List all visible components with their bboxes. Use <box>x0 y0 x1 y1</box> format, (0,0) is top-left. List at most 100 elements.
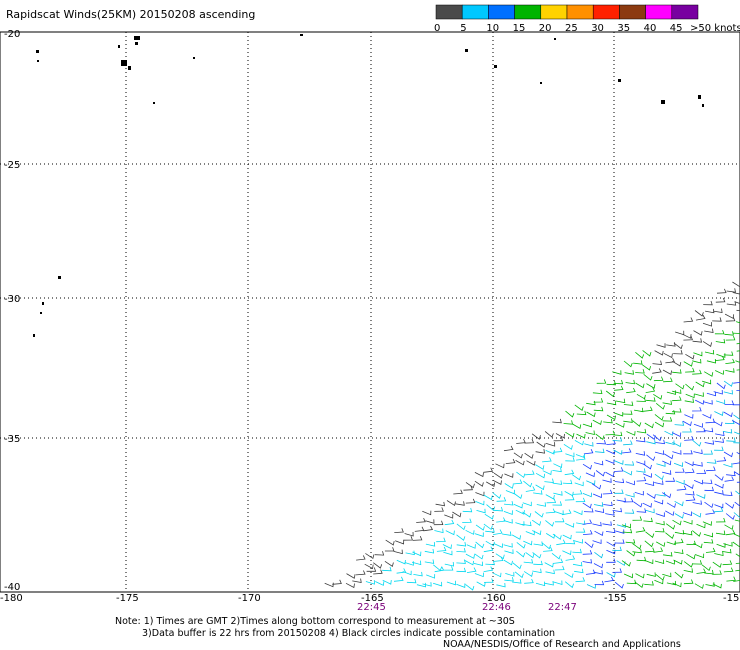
wind-barb <box>551 552 561 560</box>
wind-barb <box>722 548 732 554</box>
wind-barb <box>666 342 676 347</box>
islands <box>33 34 704 337</box>
wind-barb <box>456 523 466 531</box>
wind-barb <box>513 452 523 459</box>
wind-barb <box>724 331 734 336</box>
wind-barb <box>483 494 493 501</box>
wind-barb <box>603 501 613 507</box>
wind-barb <box>574 440 584 446</box>
wind-barb <box>395 539 405 545</box>
wind-barb <box>723 451 733 458</box>
wind-barb <box>534 511 544 518</box>
wind-barb <box>615 539 625 544</box>
wind-barb <box>704 371 714 377</box>
wind-barb <box>585 569 596 575</box>
wind-barb <box>644 481 655 487</box>
wind-barb <box>684 461 694 467</box>
wind-barb <box>605 390 615 398</box>
wind-barb <box>662 369 672 376</box>
wind-barb <box>556 539 566 546</box>
wind-barb <box>511 534 521 540</box>
wind-barb <box>736 342 740 345</box>
wind-barb <box>576 410 587 416</box>
wind-barb <box>685 367 695 373</box>
wind-barb <box>723 567 734 573</box>
wind-barb <box>576 433 586 439</box>
wind-barb <box>704 328 714 333</box>
wind-barb <box>404 531 414 537</box>
wind-barb <box>613 467 624 472</box>
wind-barb <box>525 552 535 559</box>
wind-barb <box>562 534 572 540</box>
wind-barb <box>663 377 673 383</box>
wind-barb <box>735 569 740 572</box>
wind-barb <box>705 418 716 424</box>
wind-barb <box>565 452 575 458</box>
wind-barb <box>645 547 655 553</box>
wind-barb <box>456 583 466 588</box>
wind-barb <box>634 581 644 588</box>
wind-barb <box>332 579 342 585</box>
wind-barb <box>582 519 593 525</box>
wind-barb <box>642 463 652 470</box>
wind-barb <box>686 553 696 560</box>
wind-barb <box>733 533 740 538</box>
wind-barb <box>365 580 375 585</box>
wind-barb <box>505 489 515 495</box>
wind-barb <box>504 549 514 554</box>
wind-barb <box>734 501 740 507</box>
wind-barb <box>574 404 584 411</box>
wind-barb <box>692 406 702 412</box>
wind-barb <box>712 561 722 568</box>
legend-swatch <box>592 4 620 20</box>
wind-barb <box>574 481 584 487</box>
wind-barb <box>466 544 476 549</box>
wind-barb <box>432 581 443 587</box>
credit-line: NOAA/NESDIS/Office of Research and Appli… <box>443 639 681 650</box>
wind-barb <box>545 442 556 447</box>
wind-barb <box>582 502 592 509</box>
wind-barb <box>614 411 624 417</box>
wind-barb <box>724 400 735 405</box>
wind-barb <box>535 464 545 470</box>
wind-barb <box>732 292 740 295</box>
wind-barb <box>375 581 385 586</box>
wind-barb <box>654 450 665 455</box>
wind-barb <box>636 476 647 482</box>
wind-barb <box>636 468 646 473</box>
wind-barb <box>692 512 702 518</box>
wind-barb <box>615 398 626 404</box>
wind-barb <box>692 439 702 447</box>
wind-barb <box>564 491 574 497</box>
wind-barb <box>726 437 736 442</box>
wind-barb <box>663 352 673 359</box>
wind-barb <box>474 532 484 537</box>
wind-barb <box>685 491 695 496</box>
wind-barb <box>605 511 615 516</box>
wind-barb <box>502 531 512 536</box>
wind-barb <box>526 460 536 466</box>
wind-barb <box>324 582 334 588</box>
wind-barb <box>621 560 631 567</box>
wind-barb <box>716 353 726 358</box>
lat-lon-grid <box>0 32 740 592</box>
wind-barb <box>644 422 654 429</box>
time-label: 22:45 <box>357 602 386 613</box>
wind-barb <box>736 309 740 312</box>
plot-frame <box>0 31 740 593</box>
wind-barb <box>585 472 595 478</box>
wind-barb <box>696 427 706 433</box>
wind-barb <box>365 553 375 560</box>
wind-barb <box>682 511 692 517</box>
wind-barb <box>643 373 653 381</box>
wind-barb <box>416 517 426 523</box>
wind-barb <box>672 432 682 438</box>
wind-barb <box>463 485 473 491</box>
wind-barb <box>524 452 534 459</box>
wind-barb <box>555 433 565 439</box>
wind-barb <box>674 500 684 507</box>
wind-barb <box>713 421 723 427</box>
wind-barb <box>582 463 592 470</box>
wind-barb <box>672 450 682 455</box>
wind-barb <box>602 489 613 495</box>
